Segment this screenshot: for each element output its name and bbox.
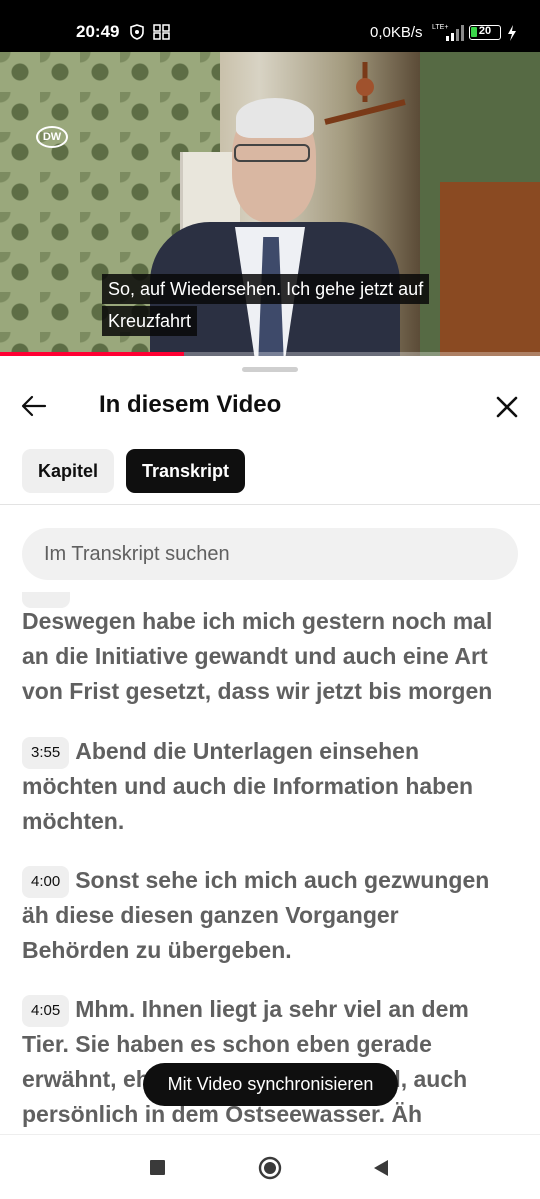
transcript-segment[interactable]: 4:05 Mhm. Ihnen liegt ja sehr viel an dem… (22, 992, 512, 1132)
divider (0, 504, 540, 505)
subtitle-line: Kreuzfahrt (102, 306, 198, 336)
status-bar: 20:49 0,0KB/s LTE+ 20 (0, 0, 540, 52)
circle-icon[interactable] (258, 1156, 282, 1180)
segment-text: Mhm. Ihnen liegt ja sehr viel an dem Tie… (22, 996, 469, 1127)
transcript-search-input[interactable]: Im Transkript suchen (22, 528, 518, 580)
timestamp-chip[interactable]: 3:55 (22, 737, 70, 769)
transcript-segment[interactable]: 3:55 Abend die Unterlagen einsehen möchte… (22, 734, 512, 839)
status-time: 20:49 (76, 22, 120, 41)
subtitle-line: So, auf Wiedersehen. Ich gehe jetzt auf (102, 274, 430, 304)
timestamp-chip[interactable]: 4:05 (22, 995, 70, 1027)
sheet-title: In diesem Video (99, 391, 282, 418)
tab-transcript[interactable]: Transkript (126, 449, 246, 493)
battery-icon: 20 (469, 25, 501, 40)
shield-icon (130, 24, 144, 40)
sync-with-video-button[interactable]: Mit Video synchronisieren (143, 1063, 398, 1106)
signal-icon: LTE+ (432, 24, 464, 41)
triangle-back-icon[interactable] (372, 1159, 390, 1177)
drag-handle[interactable] (242, 367, 298, 372)
subtitles: So, auf Wiedersehen. Ich gehe jetzt auf … (102, 274, 430, 336)
arrow-left-icon[interactable] (18, 390, 50, 422)
grid-icon (153, 24, 170, 40)
system-nav-bar (0, 1134, 540, 1199)
video-frame-shelf (440, 182, 540, 356)
transcript-sheet: In diesem Video Kapitel Transkript Im Tr… (0, 356, 540, 1134)
battery-level: 20 (478, 25, 492, 37)
video-frame-glasses (234, 144, 310, 162)
transcript-segment[interactable]: Deswegen habe ich mich gestern noch mal … (22, 604, 512, 709)
segment-text: Sonst sehe ich mich auch gezwungen äh di… (22, 867, 490, 963)
video-frame-lamp (324, 62, 406, 125)
tab-bar: Kapitel Transkript (22, 449, 246, 493)
transcript-segment[interactable]: 4:00 Sonst sehe ich mich auch gezwungen ä… (22, 863, 512, 968)
video-frame-hair (236, 98, 314, 138)
timestamp-chip[interactable]: 4:00 (22, 866, 70, 898)
network-type: LTE+ (432, 24, 448, 31)
channel-logo: DW (36, 126, 68, 148)
square-icon[interactable] (150, 1160, 165, 1175)
network-speed: 0,0KB/s (370, 24, 423, 41)
transcript-list[interactable]: Deswegen habe ich mich gestern noch mal … (0, 592, 540, 1134)
close-icon[interactable] (490, 390, 524, 424)
tab-chapters[interactable]: Kapitel (22, 449, 115, 493)
video-player[interactable]: DW So, auf Wiedersehen. Ich gehe jetzt a… (0, 52, 540, 356)
charging-icon (508, 25, 516, 41)
segment-text: Abend die Unterlagen einsehen möchten un… (22, 738, 474, 834)
segment-text: Deswegen habe ich mich gestern noch mal … (22, 608, 493, 704)
